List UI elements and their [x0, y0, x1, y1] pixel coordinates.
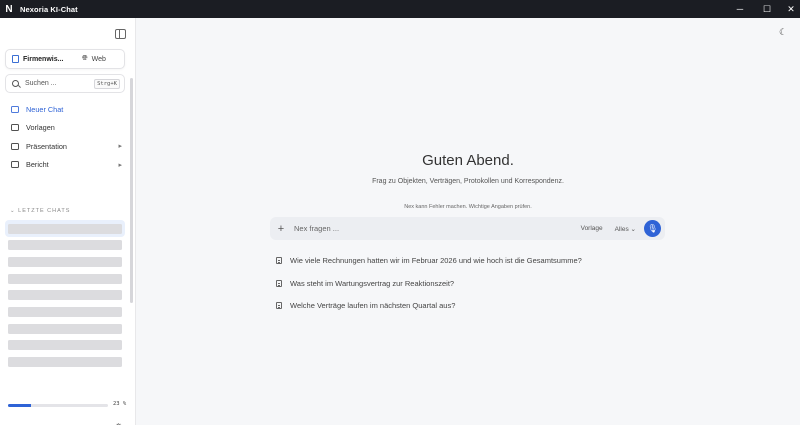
close-button[interactable]: ✕: [779, 0, 800, 18]
recent-chats-heading: ⌄ LETZTE CHATS: [10, 208, 71, 214]
document-icon: [276, 302, 282, 309]
recent-chat-placeholder: [8, 357, 122, 367]
attach-plus-icon[interactable]: +: [270, 223, 292, 235]
presentation-icon: [11, 142, 19, 150]
knowledge-mode-toggle: Firmenwis... 🌐︎ Web: [5, 49, 125, 69]
search-placeholder: Suchen ...: [25, 80, 57, 87]
search-icon: [12, 80, 19, 87]
mode-firm-label: Firmenwis...: [23, 55, 64, 63]
chat-plus-icon: [11, 105, 19, 113]
maximize-button[interactable]: ☐: [755, 0, 779, 18]
usage-percentage: 23 %: [113, 401, 127, 407]
mode-web-label: Web: [91, 55, 106, 63]
suggestion-text: Wie viele Rechnungen hatten wir im Febru…: [290, 256, 582, 265]
chat-input[interactable]: Nex fragen ...: [294, 224, 581, 233]
document-icon: [276, 280, 282, 287]
mode-firm-knowledge[interactable]: Firmenwis...: [6, 50, 74, 68]
recent-chat-placeholder: [8, 324, 122, 334]
suggestion-text: Was steht im Wartungsvertrag zur Reaktio…: [290, 279, 455, 288]
app-logo-icon: N: [5, 3, 13, 15]
microphone-icon: 🎙︎: [647, 224, 658, 233]
document-icon: [12, 55, 19, 63]
usage-progress-bar: [8, 404, 108, 407]
sidebar-item-label: Vorlagen: [26, 123, 55, 133]
search-shortcut-badge: Strg+K: [94, 79, 120, 89]
sidebar-item-presentation[interactable]: Präsentation ▸: [5, 137, 127, 156]
theme-toggle-moon-icon[interactable]: ☾: [779, 27, 787, 38]
greeting-subtitle: Frag zu Objekten, Verträgen, Protokollen…: [372, 178, 564, 185]
sidebar-item-report[interactable]: Bericht ▸: [5, 156, 127, 175]
sidebar-item-label: Neuer Chat: [26, 104, 64, 114]
microphone-button[interactable]: 🎙︎: [644, 220, 661, 237]
sidebar-nav: Neuer Chat Vorlagen Präsentation ▸ Beric…: [5, 100, 127, 174]
recent-chat-placeholder: [8, 257, 122, 267]
chat-composer: + Nex fragen ... Vorlage Alles ⌄ 🎙︎: [270, 217, 665, 240]
usage-progress-fill: [8, 404, 31, 407]
scope-label: Alles: [614, 225, 629, 233]
minimize-button[interactable]: ─: [728, 0, 752, 18]
suggestion-item[interactable]: Welche Verträge laufen im nächsten Quart…: [276, 301, 455, 310]
greeting-heading: Guten Abend.: [422, 152, 514, 169]
scope-dropdown[interactable]: Alles ⌄: [615, 225, 636, 233]
sidebar-scrollbar[interactable]: [130, 78, 133, 303]
sidebar-item-label: Bericht: [26, 160, 49, 170]
suggestion-text: Welche Verträge laufen im nächsten Quart…: [290, 301, 456, 310]
recent-chat-placeholder: [8, 224, 122, 234]
chevron-right-icon: ▸: [118, 143, 122, 151]
recent-chat-placeholder: [8, 274, 122, 284]
sidebar-search[interactable]: Suchen ... Strg+K: [5, 74, 125, 93]
sidebar-toggle-icon[interactable]: [115, 29, 126, 39]
chevron-down-icon: ⌄: [630, 225, 636, 233]
template-button[interactable]: Vorlage: [581, 225, 603, 232]
window-title: Nexoria KI-Chat: [20, 4, 78, 14]
recent-chat-placeholder: [8, 290, 122, 300]
title-bar: N Nexoria KI-Chat ─ ☐ ✕: [0, 0, 800, 18]
sidebar-item-label: Präsentation: [26, 141, 67, 151]
chevron-right-icon: ▸: [118, 161, 122, 169]
document-icon: [276, 257, 282, 264]
templates-icon: [11, 124, 19, 132]
recent-chat-placeholder: [8, 307, 122, 317]
globe-icon: 🌐︎: [82, 55, 88, 62]
suggestion-item[interactable]: Was steht im Wartungsvertrag zur Reaktio…: [276, 279, 454, 288]
report-icon: [11, 161, 19, 169]
sidebar-item-templates[interactable]: Vorlagen: [5, 119, 127, 138]
sidebar-item-new-chat[interactable]: Neuer Chat: [5, 100, 127, 119]
recent-chat-placeholder: [8, 340, 122, 350]
ai-disclaimer: Nex kann Fehler machen. Wichtige Angaben…: [404, 204, 532, 210]
recent-chat-placeholder: [8, 240, 122, 250]
sidebar: Firmenwis... 🌐︎ Web Suchen ... Strg+K Ne…: [0, 18, 136, 425]
suggestion-item[interactable]: Wie viele Rechnungen hatten wir im Febru…: [276, 256, 582, 265]
mode-web[interactable]: 🌐︎ Web: [74, 50, 106, 68]
